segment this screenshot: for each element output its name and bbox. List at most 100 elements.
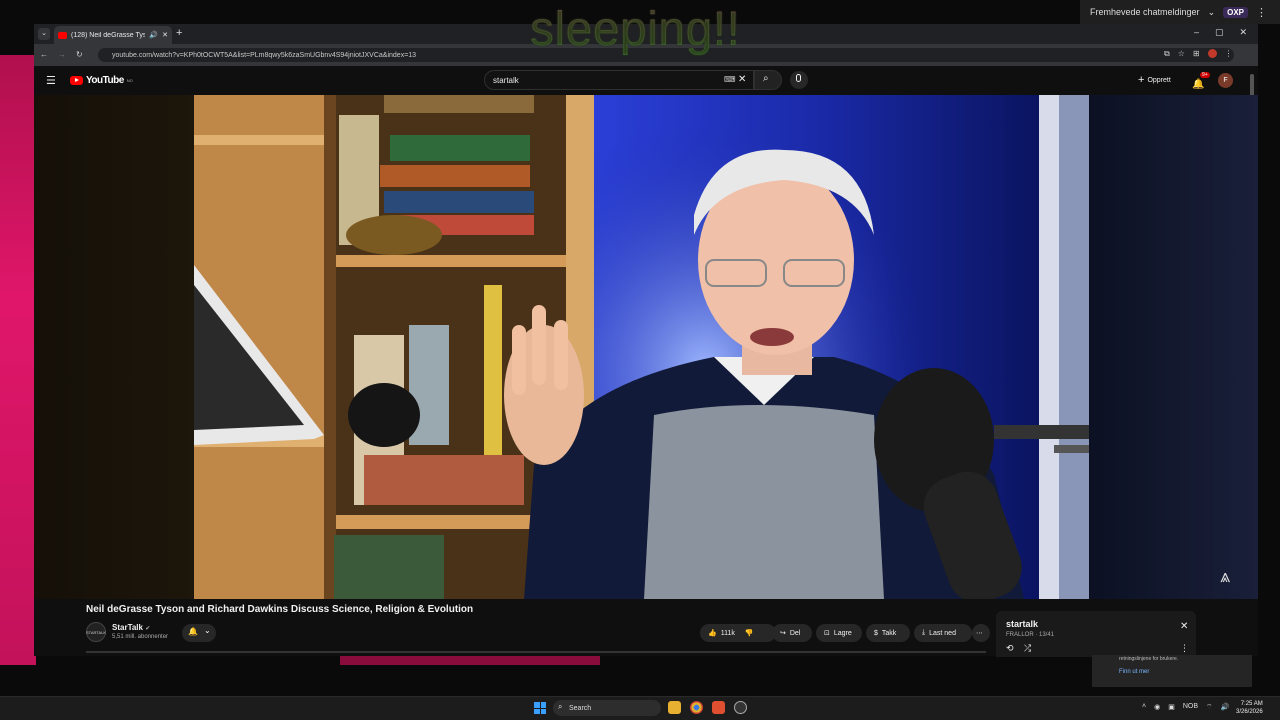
save-icon: ⊡ [824,630,830,637]
thumbs-up-icon: 👍 [708,630,717,637]
like-dislike-button[interactable]: 👍 111k 👎 [700,624,776,642]
notification-link[interactable]: Finn ut mer [1119,669,1149,675]
save-button[interactable]: ⊡ Lagre [816,624,862,642]
video-player[interactable] [194,95,1089,599]
playlist-close-icon[interactable]: ✕ [1180,621,1188,632]
youtube-favicon-icon [58,31,67,39]
tray-app-icon[interactable]: ◉ [1154,703,1160,712]
keyboard-language[interactable]: NOB [1183,703,1198,712]
create-button[interactable]: + Opprett [1138,74,1171,86]
nav-controls: ← → ↻ [40,50,83,59]
youtube-play-icon [70,76,83,85]
thanks-label: Takk [881,629,897,637]
plus-icon: + [1138,74,1145,86]
tab-search-icon[interactable]: ⌄ [38,28,50,40]
hamburger-menu-icon[interactable]: ☰ [46,74,56,87]
browser-tab-active[interactable]: (128) Neil deGrasse Tyson 🔊 ✕ [54,26,172,44]
taskbar-search[interactable]: ⌕ Search [553,700,661,716]
taskbar-search-placeholder: Search [569,704,592,712]
featured-chat-label: Fremhevede chatmeldinger [1090,7,1200,17]
share-button[interactable]: ↪ Del [772,624,812,642]
search-icon: ⌕ [558,702,563,711]
notification-text: retningslinjene for brukere. [1119,656,1179,662]
chevron-up-icon[interactable]: ˄ [1142,703,1146,712]
close-window-icon[interactable]: ✕ [1240,27,1248,38]
playlist-subtitle: FRALLOR · 13/41 [1006,632,1055,638]
avatar-letter: F [1223,77,1228,84]
bell-icon: 🔔 [1192,79,1205,90]
volume-icon[interactable]: 🔊 [1221,703,1230,712]
share-label: Del [789,629,801,637]
forward-icon[interactable]: → [58,50,66,59]
notifications-button[interactable]: 🔔 9+ [1192,72,1210,92]
tray-app-icon-2[interactable]: ▣ [1168,703,1175,712]
search-button[interactable]: ⌕ [754,70,782,90]
more-horizontal-icon: ⋯ [976,630,983,637]
clock-time: 7:25 AM [1240,701,1263,707]
download-button[interactable]: ⤓ Last ned [914,624,972,642]
tab-title: (128) Neil deGrasse Tyson [71,31,146,39]
chrome-icon[interactable] [690,701,703,714]
chevron-down-icon: ⌄ [204,626,211,635]
playlist-title[interactable]: startalk [1006,619,1038,629]
install-app-icon[interactable]: ⧉ [1164,49,1170,59]
chevron-down-icon: ⌄ [1207,6,1216,17]
featured-chat-bar[interactable]: Fremhevede chatmeldinger ⌄ OXP ⋮ [1080,0,1280,24]
desktop-wallpaper-strip-bottom [340,655,600,665]
playlist-more-icon[interactable]: ⋮ [1180,643,1189,654]
account-avatar[interactable]: F [1218,73,1233,88]
save-label: Lagre [833,629,852,637]
reload-icon[interactable]: ↻ [76,50,83,59]
minimize-icon[interactable]: – [1194,27,1199,38]
search-input[interactable]: startalk [484,70,754,90]
download-icon: ⤓ [922,629,926,636]
video-frame [194,95,1089,599]
brave-icon[interactable] [712,701,725,714]
browser-menu-icon[interactable]: ⋮ [1225,49,1233,59]
profile-icon[interactable] [1207,49,1217,58]
obs-icon[interactable] [734,701,747,714]
maximize-icon[interactable]: ▢ [1215,27,1224,38]
thanks-icon: $ [874,629,878,637]
desktop-wallpaper-strip [0,55,36,665]
new-tab-icon[interactable]: + [176,27,182,39]
subscription-bell-button[interactable]: 🔔 ⌄ [182,624,216,642]
channel-watermark-icon[interactable]: ⩓ [1220,566,1230,587]
clear-search-icon[interactable]: ✕ [738,74,746,85]
notification-count-badge: 9+ [1200,72,1210,78]
file-explorer-icon[interactable] [668,701,681,714]
keyboard-icon[interactable]: ⌨ [724,75,736,84]
microphone-icon [796,74,801,82]
youtube-logo[interactable]: YouTube NO [70,75,133,86]
channel-name-text: StarTalk [112,623,143,632]
bell-icon: 🔔 [188,627,198,636]
taskbar-clock[interactable]: 7:25 AM 3/26/2026 [1236,700,1263,716]
share-icon: ↪ [780,630,786,637]
url-text: youtube.com/watch?v=KPh0tOCWT5A&list=PLm… [112,51,417,59]
more-actions-button[interactable]: ⋯ [972,624,990,642]
thanks-button[interactable]: $ Takk [866,624,910,642]
back-icon[interactable]: ← [40,50,48,59]
youtube-region-label: NO [126,78,133,83]
search-icon: ⌕ [763,73,769,84]
description-divider [86,651,986,653]
more-vertical-icon[interactable]: ⋮ [1256,6,1267,19]
wifi-icon[interactable]: ⌔ [1206,703,1213,712]
tab-close-icon[interactable]: ✕ [162,31,168,39]
channel-name[interactable]: StarTalk ✔ [112,623,150,632]
youtube-logo-text: YouTube [86,75,124,86]
speaker-icon[interactable]: 🔊 [149,31,158,39]
channel-avatar-text: STARTALK [86,629,107,635]
clock-date: 3/26/2026 [1236,709,1263,715]
playlist-loop-icon[interactable]: ⟲ [1006,643,1014,654]
window-controls: – ▢ ✕ [1194,27,1247,38]
windows-start-icon[interactable] [534,702,546,714]
channel-avatar[interactable]: STARTALK [86,622,106,642]
bookmark-star-icon[interactable]: ☆ [1178,49,1185,59]
extensions-icon[interactable]: ⊞ [1193,49,1200,59]
search-input-value: startalk [493,75,519,85]
verified-icon: ✔ [145,626,151,632]
playlist-shuffle-icon[interactable]: ⤮ [1024,643,1031,654]
oxp-badge[interactable]: OXP [1223,6,1249,18]
voice-search-button[interactable] [790,71,808,89]
